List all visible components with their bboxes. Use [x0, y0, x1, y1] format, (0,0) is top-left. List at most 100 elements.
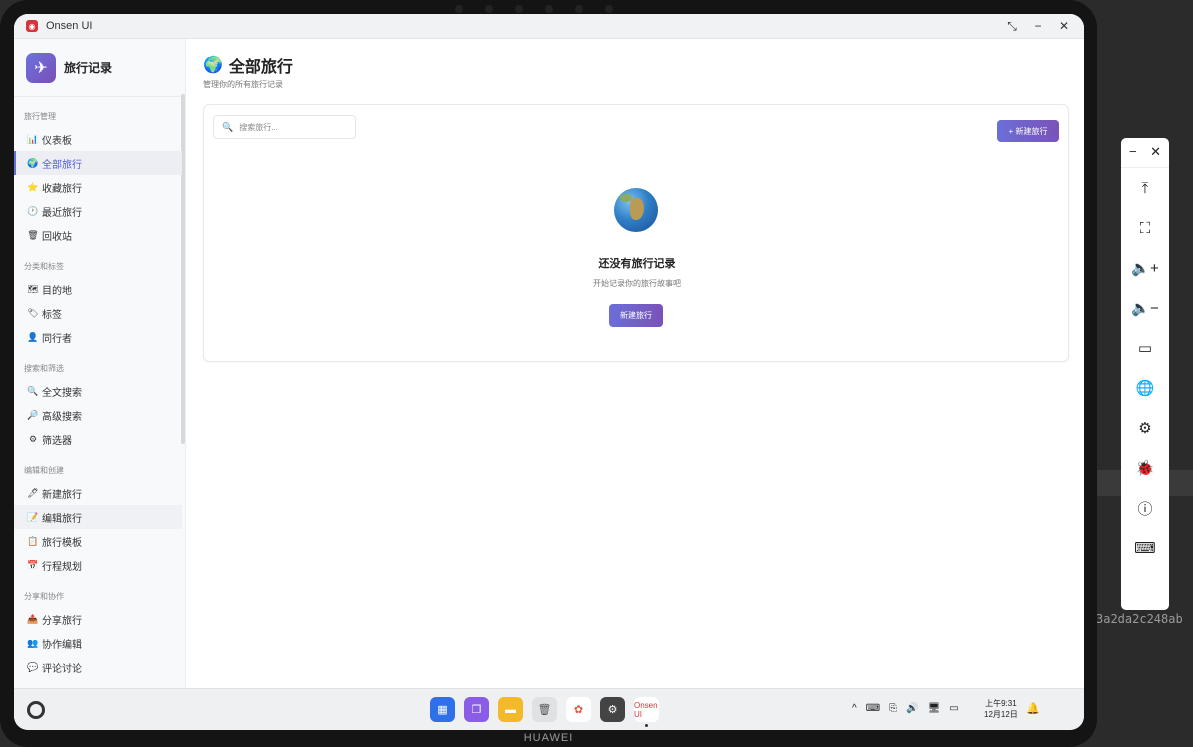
people-icon: 👥 [27, 637, 39, 648]
sidebar-item-new-trip[interactable]: 🖊 新建旅行 [14, 481, 182, 505]
onsen-logo-icon: ◉ [26, 20, 38, 32]
keyboard-icon[interactable]: ⌨ [1121, 528, 1169, 568]
sidebar-item-label: 筛选器 [42, 435, 72, 447]
globe-icon: 🌍 [27, 157, 39, 168]
sidebar-item-comments[interactable]: 💬 评论讨论 [14, 655, 182, 679]
sidebar-item-label: 最近旅行 [42, 207, 82, 219]
sidebar-item-filters[interactable]: ⚙ 筛选器 [14, 427, 182, 451]
sidebar-item-label: 行程规划 [42, 561, 82, 573]
minimize-icon[interactable]: − [1129, 144, 1137, 167]
grid-app-icon[interactable]: ▦ [430, 697, 455, 722]
chevron-up-icon[interactable]: ^ [852, 703, 857, 714]
search-right-icon: 🔎 [27, 409, 39, 420]
onsen-app-icon[interactable]: Onsen UI [634, 697, 659, 727]
close-icon[interactable]: ✕ [1058, 19, 1070, 34]
window-app-icon[interactable]: ❐ [464, 697, 489, 722]
restore-icon[interactable]: ⤡ [1006, 19, 1018, 34]
sidebar-item-advanced-search[interactable]: 🔎 高级搜索 [14, 403, 182, 427]
camera-dots [455, 5, 613, 13]
volume-icon[interactable]: 🔊 [906, 703, 918, 714]
clock-icon: 🕐 [27, 205, 39, 216]
section-title: 分类和标签 [24, 262, 64, 271]
search-input[interactable]: 🔍 搜索旅行... [213, 115, 356, 139]
battery-icon[interactable]: ▭ [949, 703, 958, 714]
section-title: 分享和协作 [24, 592, 64, 601]
sidebar-item-fulltext-search[interactable]: 🔍 全文搜索 [14, 379, 182, 403]
screen: ◉ Onsen UI ⤡ − ✕ ✈ 旅行记录 旅行管理 📊 仪表板 🌍 全部旅行 … [14, 14, 1084, 730]
photos-app-icon[interactable]: ✿ [566, 697, 591, 722]
sidebar-item-label: 新建旅行 [42, 489, 82, 501]
sidebar-item-label: 回收站 [42, 231, 72, 243]
section-title: 编辑和创建 [24, 466, 64, 475]
sidebar-item-label: 全部旅行 [42, 159, 82, 171]
empty-new-trip-button[interactable]: 新建旅行 [609, 304, 663, 327]
bug-icon[interactable]: 🐞 [1121, 448, 1169, 488]
star-icon: ⭐ [27, 181, 39, 192]
speech-icon: 💬 [27, 661, 39, 672]
airplane-logo-icon: ✈ [26, 52, 56, 83]
sidebar-item-all-trips[interactable]: 🌍 全部旅行 [14, 151, 182, 175]
sidebar-item-label: 旅行模板 [42, 537, 82, 549]
page-title-text: 全部旅行 [228, 59, 293, 76]
sidebar-item-share[interactable]: 📤 分享旅行 [14, 607, 182, 631]
sidebar-item-companions[interactable]: 👤 同行者 [14, 325, 182, 349]
notes-app-icon[interactable]: ▬ [498, 697, 523, 722]
volume-down-icon[interactable]: 🔈− [1121, 288, 1169, 328]
sidebar-item-dashboard[interactable]: 📊 仪表板 [14, 127, 182, 151]
new-trip-button[interactable]: + 新建旅行 [997, 120, 1059, 142]
clipboard-icon: 📋 [27, 535, 39, 546]
sidebar-item-favorites[interactable]: ⭐ 收藏旅行 [14, 175, 182, 199]
empty-state-title: 还没有旅行记录 [598, 258, 676, 270]
battery-icon[interactable]: ▭ [1121, 328, 1169, 368]
minimize-icon[interactable]: − [1032, 19, 1044, 34]
sidebar-item-label: 编辑旅行 [42, 513, 82, 525]
notification-bell-icon[interactable]: 🔔 [1026, 702, 1040, 715]
sidebar-item-label: 目的地 [42, 285, 72, 297]
background-hash-text: 3a2da2c248ab [1096, 612, 1183, 626]
settings-app-icon[interactable]: ⚙ [600, 697, 625, 722]
sidebar-item-label: 高级搜索 [42, 411, 82, 423]
sidebar-item-trash[interactable]: 🗑 回收站 [14, 223, 182, 247]
clipboard-icon[interactable]: ⎘ [889, 703, 897, 714]
sidebar-item-label: 评论讨论 [42, 663, 82, 675]
sidebar-item-tags[interactable]: 🏷 标签 [14, 301, 182, 325]
emulator-toolbar: − ✕ ⤒ ⛶ 🔈+ 🔈− ▭ 🌐 ⚙ 🐞 ⓘ ⌨ [1121, 138, 1169, 610]
sidebar-header: ✈ 旅行记录 [14, 39, 185, 97]
window-controls: ⤡ − ✕ [1006, 19, 1070, 34]
sidebar-item-collab[interactable]: 👥 协作编辑 [14, 631, 182, 655]
clock[interactable]: 上午9:31 12月12日 [984, 698, 1018, 720]
map-icon: 🗺 [27, 283, 39, 294]
search-icon: 🔍 [222, 121, 234, 132]
empty-state-desc: 开始记录你的旅行故事吧 [593, 279, 681, 288]
trash-app-icon[interactable]: 🗑 [532, 697, 557, 722]
sidebar-item-label: 同行者 [42, 333, 72, 345]
globe-icon[interactable]: 🌐 [1121, 368, 1169, 408]
info-icon[interactable]: ⓘ [1121, 488, 1169, 528]
sidebar-item-label: 分享旅行 [42, 615, 82, 627]
page-subtitle: 管理你的所有旅行记录 [203, 80, 283, 89]
display-icon[interactable]: 🖥 [928, 703, 941, 714]
crop-icon[interactable]: ⛶ [1121, 208, 1169, 248]
sidebar-item-templates[interactable]: 📋 旅行模板 [14, 529, 182, 553]
clock-time: 上午9:31 [985, 699, 1017, 708]
settings-icon[interactable]: ⚙ [1121, 408, 1169, 448]
sidebar-item-label: 仪表板 [42, 135, 72, 147]
globe-icon: 🌍 [203, 57, 223, 74]
memo-icon: 📝 [27, 511, 39, 522]
start-button[interactable] [27, 701, 45, 719]
sidebar-item-edit-trip[interactable]: 📝 编辑旅行 [14, 505, 182, 529]
volume-up-icon[interactable]: 🔈+ [1121, 248, 1169, 288]
search-placeholder: 搜索旅行... [239, 122, 278, 132]
section-title: 旅行管理 [24, 112, 56, 121]
sidebar-item-recent[interactable]: 🕐 最近旅行 [14, 199, 182, 223]
close-icon[interactable]: ✕ [1150, 144, 1161, 167]
upload-icon[interactable]: ⤒ [1121, 168, 1169, 208]
trips-card: 🔍 搜索旅行... + 新建旅行 还没有旅行记录 开始记录你的旅行故事吧 新建旅… [203, 104, 1069, 362]
sidebar-item-label: 收藏旅行 [42, 183, 82, 195]
keyboard-icon[interactable]: ⌨ [866, 703, 880, 714]
earth-icon [614, 188, 658, 232]
sidebar-item-itinerary[interactable]: 📅 行程规划 [14, 553, 182, 577]
sidebar-item-destinations[interactable]: 🗺 目的地 [14, 277, 182, 301]
toolbar-window-controls: − ✕ [1121, 138, 1169, 168]
search-icon: 🔍 [27, 385, 39, 396]
